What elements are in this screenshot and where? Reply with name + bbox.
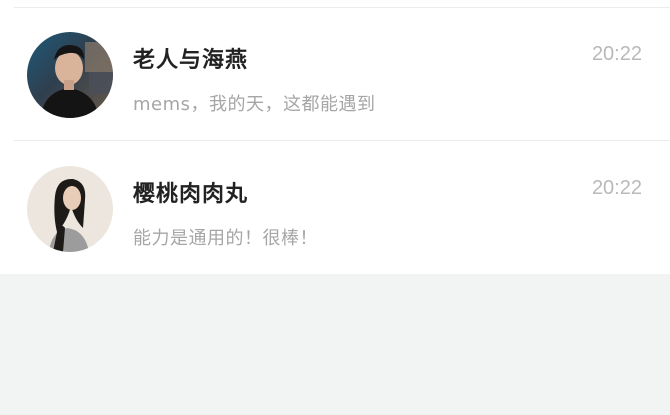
contact-name: 老人与海燕 bbox=[133, 48, 249, 73]
conversation-item[interactable]: 樱桃肉肉丸 能力是通用的！很棒！ 20:22 bbox=[0, 142, 670, 272]
conversation-list: 老人与海燕 mems，我的天，这都能遇到 20:22 樱桃肉肉丸 能力是通用的！… bbox=[0, 0, 670, 274]
message-time: 20:22 bbox=[591, 43, 642, 65]
message-time: 20:22 bbox=[591, 177, 642, 199]
avatar[interactable] bbox=[27, 32, 113, 118]
male-portrait-avatar bbox=[27, 32, 113, 118]
female-portrait-avatar bbox=[27, 166, 113, 252]
chat-list-screen: 老人与海燕 mems，我的天，这都能遇到 20:22 樱桃肉肉丸 能力是通用的！… bbox=[0, 0, 670, 415]
conversation-item[interactable]: 老人与海燕 mems，我的天，这都能遇到 20:22 bbox=[0, 8, 670, 138]
message-preview: 能力是通用的！很棒！ bbox=[133, 228, 318, 249]
message-preview: mems，我的天，这都能遇到 bbox=[133, 94, 376, 115]
avatar[interactable] bbox=[27, 166, 113, 252]
divider bbox=[14, 140, 670, 141]
contact-name: 樱桃肉肉丸 bbox=[133, 182, 249, 207]
